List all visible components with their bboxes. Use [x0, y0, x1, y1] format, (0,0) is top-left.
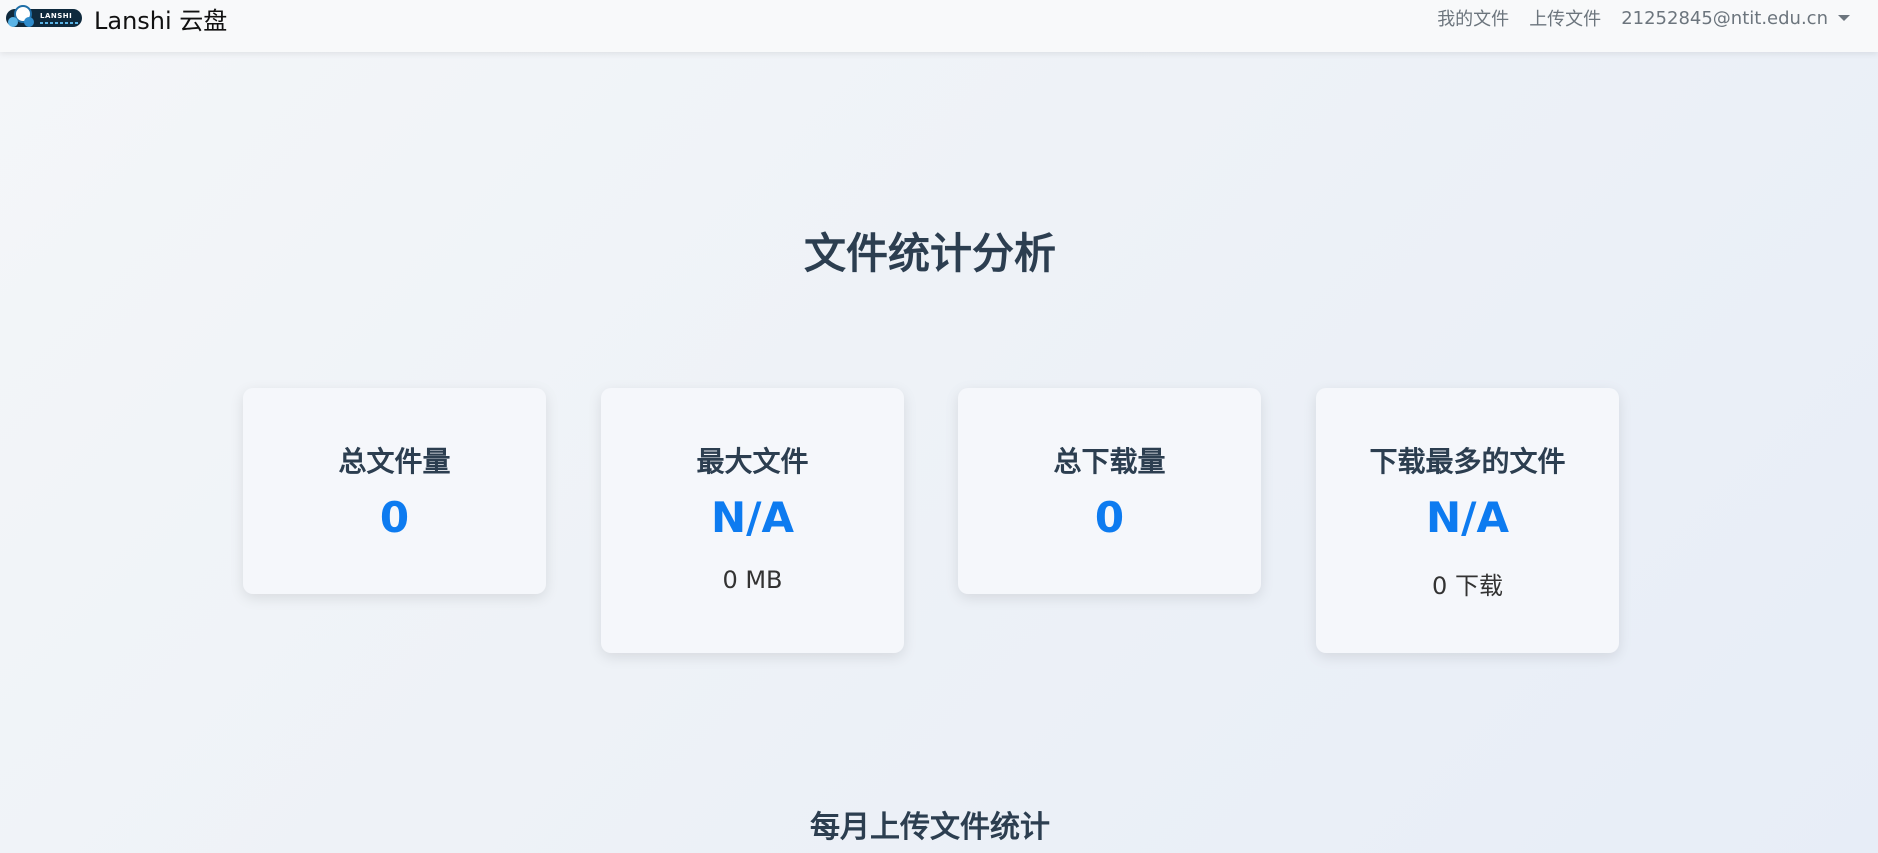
card-title: 总下载量 [1053, 445, 1166, 478]
brand-name: Lanshi 云盘 [94, 6, 228, 35]
card-title: 总文件量 [338, 445, 451, 478]
nav-link-my-files[interactable]: 我的文件 [1437, 5, 1509, 31]
stat-card-total-downloads: 总下载量 0 [958, 388, 1261, 594]
stat-card-largest-file: 最大文件 N/A 0 MB [601, 388, 904, 653]
lanshi-logo-icon: LANSHI [2, 3, 84, 33]
card-subtext: 0 下载 [1432, 572, 1503, 600]
card-value: 0 [379, 493, 410, 542]
card-title: 下载最多的文件 [1369, 445, 1566, 478]
card-value: N/A [711, 493, 794, 542]
logo-text: LANSHI [40, 12, 73, 20]
card-value: N/A [1426, 493, 1509, 542]
user-email: 21252845@ntit.edu.cn [1621, 7, 1828, 29]
monthly-upload-stats-heading: 每月上传文件统计 [810, 810, 1050, 845]
page-title: 文件统计分析 [803, 229, 1056, 278]
navbar: LANSHI Lanshi 云盘 我的文件 上传文件 21252845@ntit… [0, 0, 1878, 52]
card-title: 最大文件 [696, 445, 809, 478]
card-subtext: 0 MB [722, 566, 783, 594]
stat-card-most-downloaded: 下载最多的文件 N/A 0 下载 [1316, 388, 1619, 653]
nav-links: 我的文件 上传文件 21252845@ntit.edu.cn [1437, 0, 1850, 36]
card-value: 0 [1094, 493, 1125, 542]
stat-card-total-files: 总文件量 0 [243, 388, 546, 594]
brand-link[interactable]: LANSHI Lanshi 云盘 [0, 0, 227, 36]
user-menu-dropdown[interactable]: 21252845@ntit.edu.cn [1621, 8, 1850, 29]
nav-link-upload[interactable]: 上传文件 [1529, 5, 1601, 31]
caret-down-icon [1838, 15, 1850, 21]
